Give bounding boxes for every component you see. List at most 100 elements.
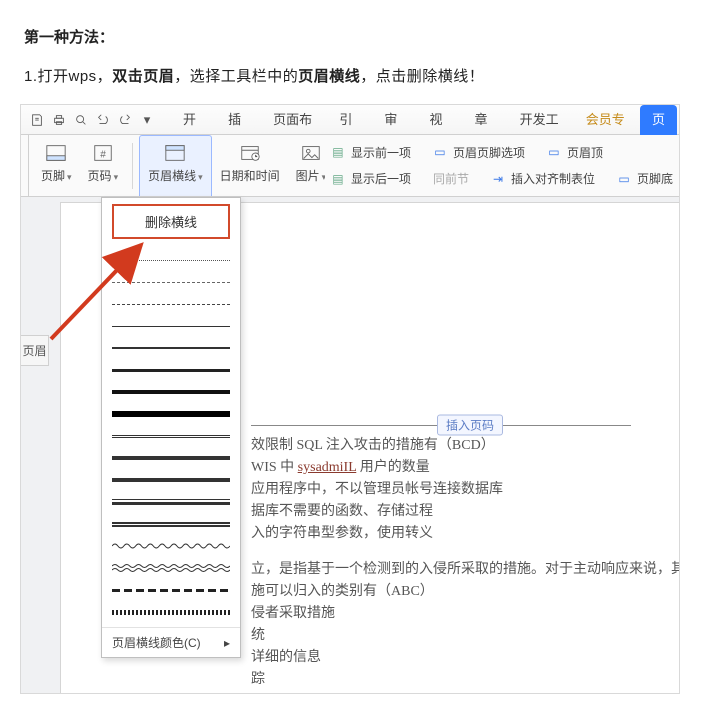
- doc-line: 据库不需要的函数、存储过程: [251, 501, 671, 523]
- tab-review[interactable]: 审阅: [372, 105, 417, 135]
- step-bold: 双击页眉: [112, 68, 174, 85]
- doc-line: WIS 中 sysadmiIL 用户的数量: [251, 457, 671, 479]
- doc-line: 侵者采取措施: [251, 603, 671, 625]
- datetime-button[interactable]: 日期和时间: [212, 135, 288, 197]
- line-style-dashed[interactable]: [112, 293, 230, 315]
- doc-line: 入的字符串型参数，使用转义: [251, 523, 671, 545]
- quick-access-toolbar: ▾: [23, 110, 161, 130]
- line-color-item[interactable]: 页眉横线颜色(C) ▸: [102, 627, 240, 653]
- ribbon: 页脚▾ # 页码▾ 页眉横线▾ 日期和时间 图片▾ 域 页眉页脚切换: [21, 135, 679, 197]
- header-top-icon: ▭: [547, 145, 561, 159]
- redo-icon[interactable]: [115, 110, 135, 130]
- line-style-double-thin[interactable]: [112, 425, 230, 447]
- doc-line: 立，是指基于一个检测到的入侵所采取的措施。对于主动响应来说，其: [251, 559, 671, 581]
- line-style-dotted-fine[interactable]: [112, 249, 230, 271]
- document-text: 效限制 SQL 注入攻击的措施有（BCD） WIS 中 sysadmiIL 用户…: [251, 435, 671, 694]
- doc-blank: [251, 545, 671, 559]
- step-text: 1.打开wps，: [24, 68, 112, 85]
- doc-blank: [251, 691, 671, 694]
- line-style-heaviest[interactable]: [112, 403, 230, 425]
- tab-bar: ▾ 开始 插入 页面布局 引用 审阅 视图 章节 开发工具 会员专享 页: [21, 105, 679, 135]
- step-bold: 页眉横线: [298, 68, 360, 85]
- line-style-thin[interactable]: [112, 315, 230, 337]
- hf-options-button[interactable]: ▭ 页眉页脚选项: [433, 144, 525, 161]
- pagenum-button[interactable]: # 页码▾: [80, 135, 127, 197]
- doc-prev-icon: ▤: [331, 145, 345, 159]
- line-style-stripe[interactable]: [112, 601, 230, 623]
- tab-start[interactable]: 开始: [171, 105, 216, 135]
- export-icon[interactable]: [27, 110, 47, 130]
- header-top-button[interactable]: ▭ 页眉顶: [547, 144, 603, 161]
- screenshot-frame: ▾ 开始 插入 页面布局 引用 审阅 视图 章节 开发工具 会员专享 页 页脚▾…: [20, 104, 680, 694]
- footer-icon: [43, 141, 69, 165]
- footer-bottom-button[interactable]: ▭页脚底: [617, 170, 673, 187]
- header-line-button[interactable]: 页眉横线▾: [139, 135, 212, 197]
- doc-line: 效限制 SQL 注入攻击的措施有（BCD）: [251, 435, 671, 457]
- ribbon-label: 日期和时间: [220, 167, 280, 184]
- tab-section[interactable]: 章节: [463, 105, 508, 135]
- line-style-wave-double[interactable]: [112, 557, 230, 579]
- ribbon-label: 页眉横线: [148, 169, 196, 183]
- ribbon-mini-label: 页眉顶: [567, 144, 603, 161]
- footer-bottom-icon: ▭: [617, 172, 631, 186]
- same-section-button: 同前节: [433, 170, 469, 187]
- header-side-tab[interactable]: 页眉: [21, 335, 49, 366]
- ribbon-mini-label: 显示前一项: [351, 144, 411, 161]
- line-style-thin-thick[interactable]: [112, 447, 230, 469]
- ribbon-right: ▤显示前一项 ▭页眉页脚选项 ▭页眉顶 ▤显示后一项 同前节 ⇥插入对齐制表位 …: [325, 135, 679, 196]
- insert-page-number-badge[interactable]: 插入页码: [437, 415, 503, 436]
- step-text: ，点击删除横线！: [360, 68, 484, 85]
- line-style-medium[interactable]: [112, 337, 230, 359]
- footer-button[interactable]: 页脚▾: [33, 135, 80, 197]
- tab-dev[interactable]: 开发工具: [508, 105, 574, 135]
- tab-insert[interactable]: 插入: [216, 105, 261, 135]
- article-step: 1.打开wps，双击页眉，选择工具栏中的页眉横线，点击删除横线！: [24, 65, 677, 86]
- tab-layout[interactable]: 页面布局: [261, 105, 327, 135]
- options-icon: ▭: [433, 145, 447, 159]
- hash-icon: #: [90, 141, 116, 165]
- article-heading: 第一种方法：: [24, 26, 677, 47]
- dropdown-footer-label: 页眉横线颜色(C): [112, 634, 201, 651]
- doc-line: 应用程序中，不以管理员帐号连接数据库: [251, 479, 671, 501]
- tabs: 开始 插入 页面布局 引用 审阅 视图 章节 开发工具 会员专享 页: [171, 105, 677, 135]
- insert-tabstop-button[interactable]: ⇥插入对齐制表位: [491, 170, 595, 187]
- line-style-dash-thick[interactable]: [112, 579, 230, 601]
- doc-line: 施可以归入的类别有（ABC）: [251, 581, 671, 603]
- dropdown-caret-icon[interactable]: ▾: [137, 110, 157, 130]
- ribbon-mini-label: 显示后一项: [351, 170, 411, 187]
- line-style-double-medium[interactable]: [112, 513, 230, 535]
- tab-vip[interactable]: 会员专享: [574, 105, 640, 135]
- line-style-thick[interactable]: [112, 359, 230, 381]
- ribbon-label: 页码: [88, 169, 112, 183]
- preview-icon[interactable]: [71, 110, 91, 130]
- picture-icon: [298, 141, 324, 165]
- ribbon-label: 页脚: [41, 169, 65, 183]
- header-line-icon: [162, 141, 188, 165]
- chevron-right-icon: ▸: [224, 636, 230, 650]
- svg-text:#: #: [100, 150, 106, 161]
- delete-line-item[interactable]: 删除横线: [112, 204, 230, 239]
- tab-view[interactable]: 视图: [417, 105, 462, 135]
- show-next-button[interactable]: ▤ 显示后一项: [331, 170, 411, 187]
- doc-line: 详细的信息: [251, 647, 671, 669]
- calendar-icon: [237, 141, 263, 165]
- header-line-dropdown: 删除横线 页眉横线颜色(C) ▸: [101, 197, 241, 658]
- tab-ref[interactable]: 引用: [327, 105, 372, 135]
- ribbon-label: 图片: [296, 169, 320, 183]
- step-text: ，选择工具栏中的: [174, 68, 298, 85]
- doc-next-icon: ▤: [331, 172, 345, 186]
- line-style-heavier[interactable]: [112, 381, 230, 403]
- ribbon-mini-label: 页眉页脚选项: [453, 144, 525, 161]
- show-prev-button[interactable]: ▤ 显示前一项: [331, 144, 411, 161]
- line-style-dashed-fine[interactable]: [112, 271, 230, 293]
- ribbon-mini-label: 同前节: [433, 170, 469, 187]
- line-style-triple[interactable]: [112, 491, 230, 513]
- undo-icon[interactable]: [93, 110, 113, 130]
- tab-header-footer[interactable]: 页: [640, 105, 677, 135]
- tabstop-icon: ⇥: [491, 172, 505, 186]
- print-icon[interactable]: [49, 110, 69, 130]
- line-style-wave-single[interactable]: [112, 535, 230, 557]
- line-style-thick-thin[interactable]: [112, 469, 230, 491]
- doc-line: 踪: [251, 669, 671, 691]
- doc-line: 统: [251, 625, 671, 647]
